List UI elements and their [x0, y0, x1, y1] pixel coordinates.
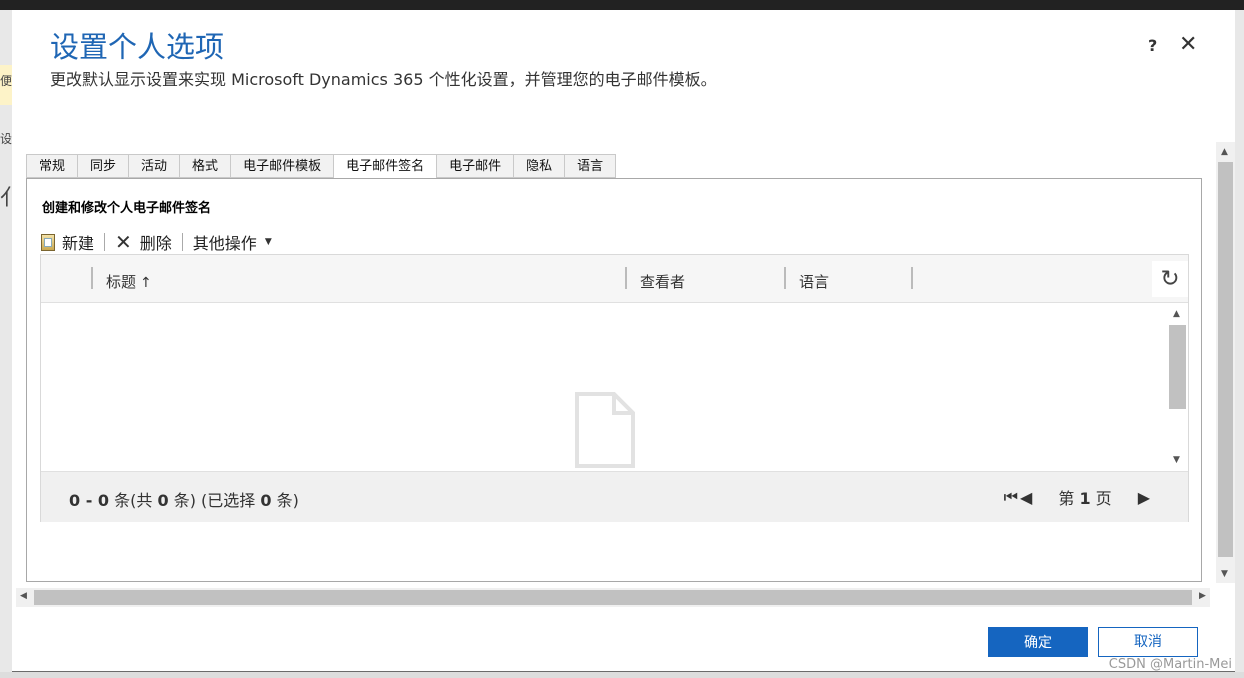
record-count-text: 条) [276, 491, 299, 510]
new-button[interactable]: 新建 [41, 230, 94, 254]
grid-scroll-thumb[interactable] [1169, 325, 1186, 409]
page-number: 第 1 页 [1058, 485, 1111, 509]
column-separator [91, 267, 93, 289]
caret-down-icon: ▼ [264, 237, 272, 247]
scroll-down-icon[interactable]: ▼ [1173, 455, 1180, 465]
page-num: 1 [1079, 489, 1091, 508]
record-range: 0 - 0 [69, 491, 110, 510]
scroll-right-icon[interactable]: ▶ [1199, 591, 1206, 601]
help-icon[interactable]: ? [1148, 36, 1157, 55]
grid-body: ▲ ▼ [41, 303, 1188, 471]
grid-vertical-scrollbar[interactable]: ▲ ▼ [1168, 303, 1187, 471]
background-left-strip: 便 设 亻 [0, 10, 22, 678]
dialog-hscroll-thumb[interactable] [34, 590, 1192, 605]
background-right-strip [1235, 10, 1244, 678]
tab-email-templates[interactable]: 电子邮件模板 [230, 154, 334, 178]
background-top-bar [0, 0, 1244, 10]
column-header-title[interactable]: 标题 ↑ [106, 271, 152, 292]
background-text-fragment: 设 [0, 132, 13, 146]
refresh-icon[interactable]: ↻ [1152, 261, 1188, 297]
record-count: 0 - 0 条(共 0 条) (已选择 0 条) [69, 487, 299, 511]
first-page-icon[interactable]: ⏮ [1004, 487, 1018, 507]
more-actions-label: 其他操作 [192, 234, 257, 253]
cancel-button[interactable]: 取消 [1098, 627, 1198, 657]
dialog-vertical-scrollbar[interactable]: ▲ ▼ [1216, 142, 1235, 583]
dialog-vscroll-thumb[interactable] [1218, 162, 1233, 557]
page-suffix: 页 [1095, 489, 1112, 508]
tab-panel: 创建和修改个人电子邮件签名 新建 ✕ 删除 其他操作 ▼ 标题 ↑ 查看者 语言… [26, 178, 1202, 582]
delete-button[interactable]: ✕ 删除 [115, 230, 172, 254]
background-text-fragment: 便 [0, 74, 13, 88]
ok-button[interactable]: 确定 [988, 627, 1088, 657]
next-page-icon[interactable]: ▶ [1138, 488, 1150, 507]
signature-grid: 标题 ↑ 查看者 语言 ↻ ▲ ▼ 0 - 0 条(共 0 条) (已选择 0 … [40, 254, 1189, 522]
column-title-label: 标题 [106, 273, 137, 291]
tab-email[interactable]: 电子邮件 [436, 154, 514, 178]
personal-options-dialog: 设置个人选项 更改默认显示设置来实现 Microsoft Dynamics 36… [12, 10, 1235, 671]
delete-button-label: 删除 [139, 234, 172, 253]
watermark: CSDN @Martin-Mei [1108, 657, 1232, 672]
dialog-title: 设置个人选项 [50, 30, 225, 64]
tab-sync[interactable]: 同步 [77, 154, 129, 178]
scroll-down-icon[interactable]: ▼ [1221, 569, 1228, 579]
grid-footer: 0 - 0 条(共 0 条) (已选择 0 条) ⏮ ◀ 第 1 页 ▶ [41, 471, 1188, 522]
scroll-up-icon[interactable]: ▲ [1173, 309, 1180, 319]
column-header-language[interactable]: 语言 [799, 271, 829, 292]
close-icon[interactable]: ✕ [1179, 32, 1197, 57]
tab-formats[interactable]: 格式 [179, 154, 231, 178]
record-selected: 0 [260, 491, 272, 510]
tab-activities[interactable]: 活动 [128, 154, 180, 178]
tab-general[interactable]: 常规 [26, 154, 78, 178]
more-actions-button[interactable]: 其他操作 ▼ [193, 230, 272, 254]
background-bottom-strip [0, 672, 1244, 678]
grid-header: 标题 ↑ 查看者 语言 ↻ [41, 255, 1188, 303]
pager: ⏮ ◀ 第 1 页 ▶ [1004, 485, 1150, 509]
record-count-text: 条(共 [114, 491, 153, 510]
scroll-up-icon[interactable]: ▲ [1221, 147, 1228, 157]
tab-bar: 常规 同步 活动 格式 电子邮件模板 电子邮件签名 电子邮件 隐私 语言 [26, 154, 617, 179]
grid-toolbar: 新建 ✕ 删除 其他操作 ▼ [41, 230, 272, 254]
dialog-subtitle: 更改默认显示设置来实现 Microsoft Dynamics 365 个性化设置… [50, 70, 717, 89]
section-title: 创建和修改个人电子邮件签名 [42, 201, 212, 216]
tab-privacy[interactable]: 隐私 [513, 154, 565, 178]
toolbar-separator [104, 233, 106, 251]
column-separator [784, 267, 786, 289]
previous-page-icon[interactable]: ◀ [1020, 488, 1032, 507]
tab-languages[interactable]: 语言 [564, 154, 617, 178]
toolbar-separator [181, 233, 183, 251]
column-header-viewer[interactable]: 查看者 [640, 271, 685, 292]
sort-ascending-icon: ↑ [140, 275, 152, 291]
record-count-text: 条) (已选择 [173, 491, 256, 510]
tab-email-signatures[interactable]: 电子邮件签名 [333, 154, 437, 179]
column-separator [911, 267, 913, 289]
scroll-left-icon[interactable]: ◀ [20, 591, 27, 601]
page-prefix: 第 [1058, 489, 1075, 508]
column-separator [625, 267, 627, 289]
new-record-icon [41, 233, 55, 251]
dialog-horizontal-scrollbar[interactable]: ◀ ▶ [16, 588, 1210, 607]
delete-icon: ✕ [115, 230, 132, 254]
empty-document-icon [575, 392, 635, 468]
record-total: 0 [157, 491, 169, 510]
new-button-label: 新建 [62, 234, 95, 253]
